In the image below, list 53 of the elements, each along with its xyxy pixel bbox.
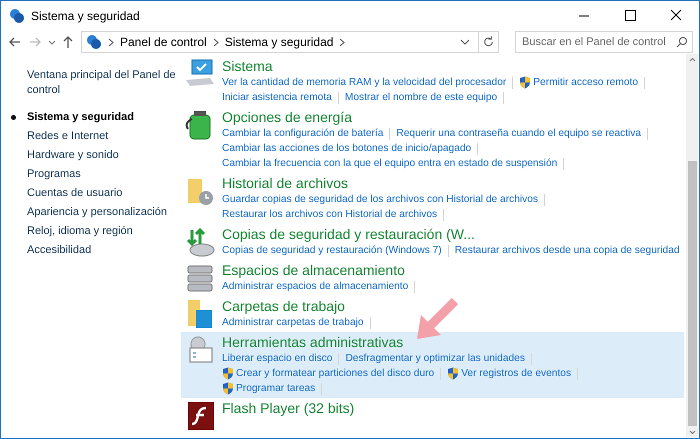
task-link[interactable]: Ver la cantidad de memoria RAM y la velocidad del procesador: [222, 75, 506, 90]
category-heading[interactable]: Opciones de energía: [222, 109, 352, 126]
sidebar-link[interactable]: Ventana principal del Panel de control: [27, 68, 181, 98]
sidebar-link[interactable]: Hardware y sonido: [27, 148, 119, 163]
category-heading[interactable]: Espacios de almacenamiento: [222, 262, 405, 279]
sidebar-link[interactable]: Reloj, idioma y región: [27, 224, 133, 239]
sidebar-link[interactable]: Sistema y seguridad: [27, 110, 134, 125]
task-link[interactable]: Iniciar asistencia remota: [222, 90, 332, 105]
task-link[interactable]: Cambiar la configuración de batería: [222, 126, 384, 141]
annotation-arrow: [415, 297, 459, 341]
sidebar-link[interactable]: Redes e Internet: [27, 129, 108, 144]
task-link[interactable]: Restaurar los archivos con Historial de archivos: [222, 207, 438, 222]
chevron-right-icon[interactable]: [212, 38, 219, 46]
task-link[interactable]: Desfragmentar y optimizar las unidades: [345, 351, 525, 366]
window-title: Sistema y seguridad: [31, 8, 140, 24]
up-arrow-icon[interactable]: [61, 34, 75, 50]
bullet-icon: [11, 115, 16, 120]
task-link[interactable]: Programar tareas: [236, 381, 316, 396]
task-link[interactable]: Cambiar la frecuencia con la que el equipo entra en estado de suspensión: [222, 156, 558, 171]
category-heading[interactable]: Carpetas de trabajo: [222, 298, 345, 315]
task-link[interactable]: Restaurar archivos desde una copia de seguridad: [454, 243, 680, 258]
chevron-right-icon[interactable]: [339, 38, 346, 46]
sidebar-link[interactable]: Programas: [27, 167, 81, 182]
scrollbar[interactable]: [686, 54, 699, 438]
task-link[interactable]: Administrar espacios de almacenamiento: [222, 279, 408, 294]
category-heading[interactable]: Sistema: [222, 58, 273, 75]
task-link[interactable]: Liberar espacio en disco: [222, 351, 332, 366]
app-icon: [9, 8, 25, 24]
chevron-right-icon: [108, 38, 114, 46]
task-link[interactable]: Permitir acceso remoto: [533, 75, 638, 90]
category-heading[interactable]: Herramientas administrativas: [222, 334, 404, 351]
task-link[interactable]: Guardar copias de seguridad de los archivos con Historial de archivos: [222, 192, 538, 207]
task-link[interactable]: Ver registros de eventos: [461, 366, 572, 381]
task-link[interactable]: Requerir una contraseña cuando el equipo se reactiva: [396, 126, 642, 141]
control-panel-icon: [86, 34, 102, 50]
breadcrumb[interactable]: Sistema y seguridad: [224, 33, 334, 51]
sidebar-link[interactable]: Accesibilidad: [27, 243, 92, 258]
address-bar[interactable]: Panel de control Sistema y seguridad: [81, 31, 499, 53]
task-link[interactable]: Cambiar las acciones de los botones de inicio/apagado: [222, 141, 472, 156]
category-heading[interactable]: Copias de seguridad y restauración (W...: [222, 226, 475, 243]
category-heading[interactable]: Historial de archivos: [222, 175, 348, 192]
task-link[interactable]: Copias de seguridad y restauración (Windows 7): [222, 243, 442, 258]
highlighted-category-panel[interactable]: Herramientas administrativas Liberar espacio en disco Desfragmentar y optimizar las unidades Crear y formatear particiones del disco duro Ver registros de eventos Programar tareas: [181, 332, 684, 398]
category-heading[interactable]: Flash Player (32 bits): [222, 400, 354, 417]
search-field[interactable]: Buscar en el Panel de control: [515, 31, 693, 53]
search-icon: [676, 36, 688, 48]
task-link[interactable]: Mostrar el nombre de este equipo: [344, 90, 498, 105]
task-link[interactable]: Crear y formatear particiones del disco duro: [236, 366, 434, 381]
breadcrumb[interactable]: Panel de control: [120, 33, 207, 51]
sidebar-link[interactable]: Apariencia y personalización: [27, 205, 168, 220]
scrollbar-thumb[interactable]: [688, 161, 697, 426]
sidebar-link[interactable]: Cuentas de usuario: [27, 186, 122, 201]
task-link[interactable]: Administrar carpetas de trabajo: [222, 315, 364, 330]
